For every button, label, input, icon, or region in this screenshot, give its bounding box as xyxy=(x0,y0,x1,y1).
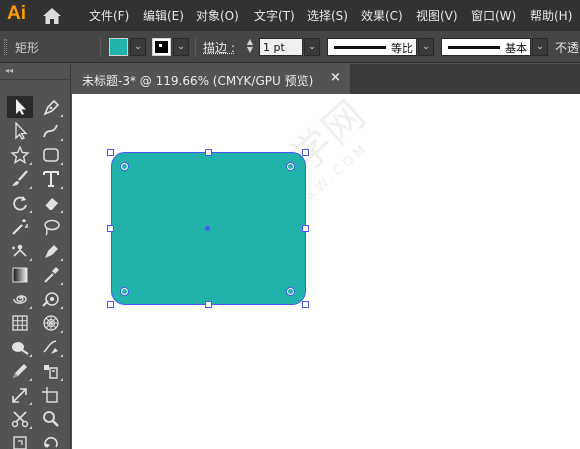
divider xyxy=(0,79,71,80)
gradient-tool-icon[interactable] xyxy=(7,264,33,286)
menu-select[interactable]: 选择(S) xyxy=(307,7,348,24)
slice-tool-icon[interactable] xyxy=(7,431,33,449)
document-tab-strip: 未标题-3* @ 119.66% (CMYK/GPU 预览) × xyxy=(72,64,580,94)
mesh-tool-icon[interactable] xyxy=(38,336,64,358)
rounded-rectangle-tool-icon[interactable] xyxy=(38,144,64,166)
scale-tool-icon[interactable] xyxy=(7,384,33,406)
curvature-tool-icon[interactable] xyxy=(38,120,64,142)
home-icon[interactable] xyxy=(40,5,64,27)
close-icon[interactable]: × xyxy=(330,70,341,85)
rotate-view-tool-icon[interactable] xyxy=(38,431,64,449)
corner-radius-widget[interactable] xyxy=(121,163,128,170)
handle-middle-left[interactable] xyxy=(107,225,114,232)
fill-dropdown-button[interactable]: ⌄ xyxy=(130,38,146,56)
eyedropper-tool-icon[interactable] xyxy=(38,264,64,286)
app-logo: Ai xyxy=(7,3,26,24)
menu-type[interactable]: 文字(T) xyxy=(254,7,295,24)
stroke-label[interactable]: 描边 : xyxy=(203,39,235,56)
handle-middle-right[interactable] xyxy=(302,225,309,232)
menu-view[interactable]: 视图(V) xyxy=(416,7,458,24)
shape-center-point[interactable] xyxy=(205,226,210,231)
lasso-tool-icon[interactable] xyxy=(38,216,64,238)
variable-width-profile-select[interactable]: 等比 xyxy=(327,38,417,56)
direct-selection-tool-icon[interactable] xyxy=(7,120,33,142)
eraser-tool-icon[interactable] xyxy=(38,192,64,214)
type-tool-icon[interactable] xyxy=(38,168,64,190)
stroke-weight-dropdown[interactable]: ⌄ xyxy=(304,38,320,56)
shape-builder-tool-icon[interactable] xyxy=(38,288,64,310)
fill-color-swatch[interactable] xyxy=(109,38,128,56)
menu-effect[interactable]: 效果(C) xyxy=(361,7,403,24)
handle-top-right[interactable] xyxy=(302,149,309,156)
brush-dropdown-button[interactable]: ⌄ xyxy=(532,38,548,56)
artboard-tool-icon[interactable] xyxy=(38,384,64,406)
rotate-tool-icon[interactable] xyxy=(7,192,33,214)
profile-line-icon xyxy=(334,46,386,49)
handle-bottom-center[interactable] xyxy=(205,301,212,308)
corner-radius-widget[interactable] xyxy=(287,163,294,170)
menu-file[interactable]: 文件(F) xyxy=(89,7,129,24)
menu-help[interactable]: 帮助(H) xyxy=(530,7,572,24)
zoom-tool-icon[interactable] xyxy=(38,408,64,430)
opacity-label[interactable]: 不透 xyxy=(555,39,579,56)
divider xyxy=(100,37,101,57)
pen-tool-icon[interactable] xyxy=(38,96,64,118)
menu-window[interactable]: 窗口(W) xyxy=(471,7,516,24)
paintbrush-tool-icon[interactable] xyxy=(7,168,33,190)
fill-pen-tool-icon[interactable] xyxy=(38,240,64,262)
selection-tool-icon[interactable] xyxy=(7,96,33,118)
menu-bar: Ai 文件(F) 编辑(E) 对象(O) 文字(T) 选择(S) 效果(C) 视… xyxy=(0,0,580,31)
handle-bottom-left[interactable] xyxy=(107,301,114,308)
live-paint-tool-icon[interactable] xyxy=(38,360,64,382)
divider xyxy=(195,37,196,57)
brush-label: 基本 xyxy=(505,42,527,55)
magic-wand-tool-icon[interactable] xyxy=(7,216,33,238)
control-bar: 矩形 ⌄ ⌄ 描边 : ▲▼ ⌄ 等比 ⌄ 基本 ⌄ 不透 xyxy=(0,31,580,63)
artboard-canvas[interactable]: 软件自学网 WWW.RJZXW.COM xyxy=(72,94,580,449)
profile-dropdown-button[interactable]: ⌄ xyxy=(418,38,434,56)
handle-top-center[interactable] xyxy=(205,149,212,156)
twirl-tool-icon[interactable] xyxy=(7,288,33,310)
brush-definition-select[interactable]: 基本 xyxy=(441,38,531,56)
stroke-dropdown-button[interactable]: ⌄ xyxy=(173,38,189,56)
panel-grip[interactable] xyxy=(4,39,7,55)
menu-edit[interactable]: 编辑(E) xyxy=(143,7,184,24)
grid-tool-icon[interactable] xyxy=(7,312,33,334)
document-tab-title: 未标题-3* @ 119.66% (CMYK/GPU 预览) xyxy=(82,74,314,88)
blob-brush-tool-icon[interactable] xyxy=(7,336,33,358)
stroke-color-swatch[interactable] xyxy=(152,38,171,56)
pencil-tool-icon[interactable] xyxy=(7,360,33,382)
puppet-warp-tool-icon[interactable] xyxy=(7,240,33,262)
selection-type-label: 矩形 xyxy=(15,41,40,55)
handle-bottom-right[interactable] xyxy=(302,301,309,308)
polar-grid-tool-icon[interactable] xyxy=(38,312,64,334)
brush-line-icon xyxy=(448,46,500,49)
corner-radius-widget[interactable] xyxy=(121,288,128,295)
tools-panel: ◂◂ xyxy=(0,64,71,449)
stroke-weight-input[interactable] xyxy=(259,38,303,56)
stroke-stepper-icon[interactable]: ▲ ▼ xyxy=(243,38,257,56)
document-tab[interactable]: 未标题-3* @ 119.66% (CMYK/GPU 预览) × xyxy=(72,64,350,94)
collapse-panel-icon[interactable]: ◂◂ xyxy=(5,66,13,75)
corner-radius-widget[interactable] xyxy=(287,288,294,295)
star-tool-icon[interactable] xyxy=(7,144,33,166)
handle-top-left[interactable] xyxy=(107,149,114,156)
menu-object[interactable]: 对象(O) xyxy=(196,7,239,24)
stroke-swatch-inner xyxy=(158,43,163,48)
profile-label: 等比 xyxy=(391,42,413,55)
scissors-tool-icon[interactable] xyxy=(7,408,33,430)
